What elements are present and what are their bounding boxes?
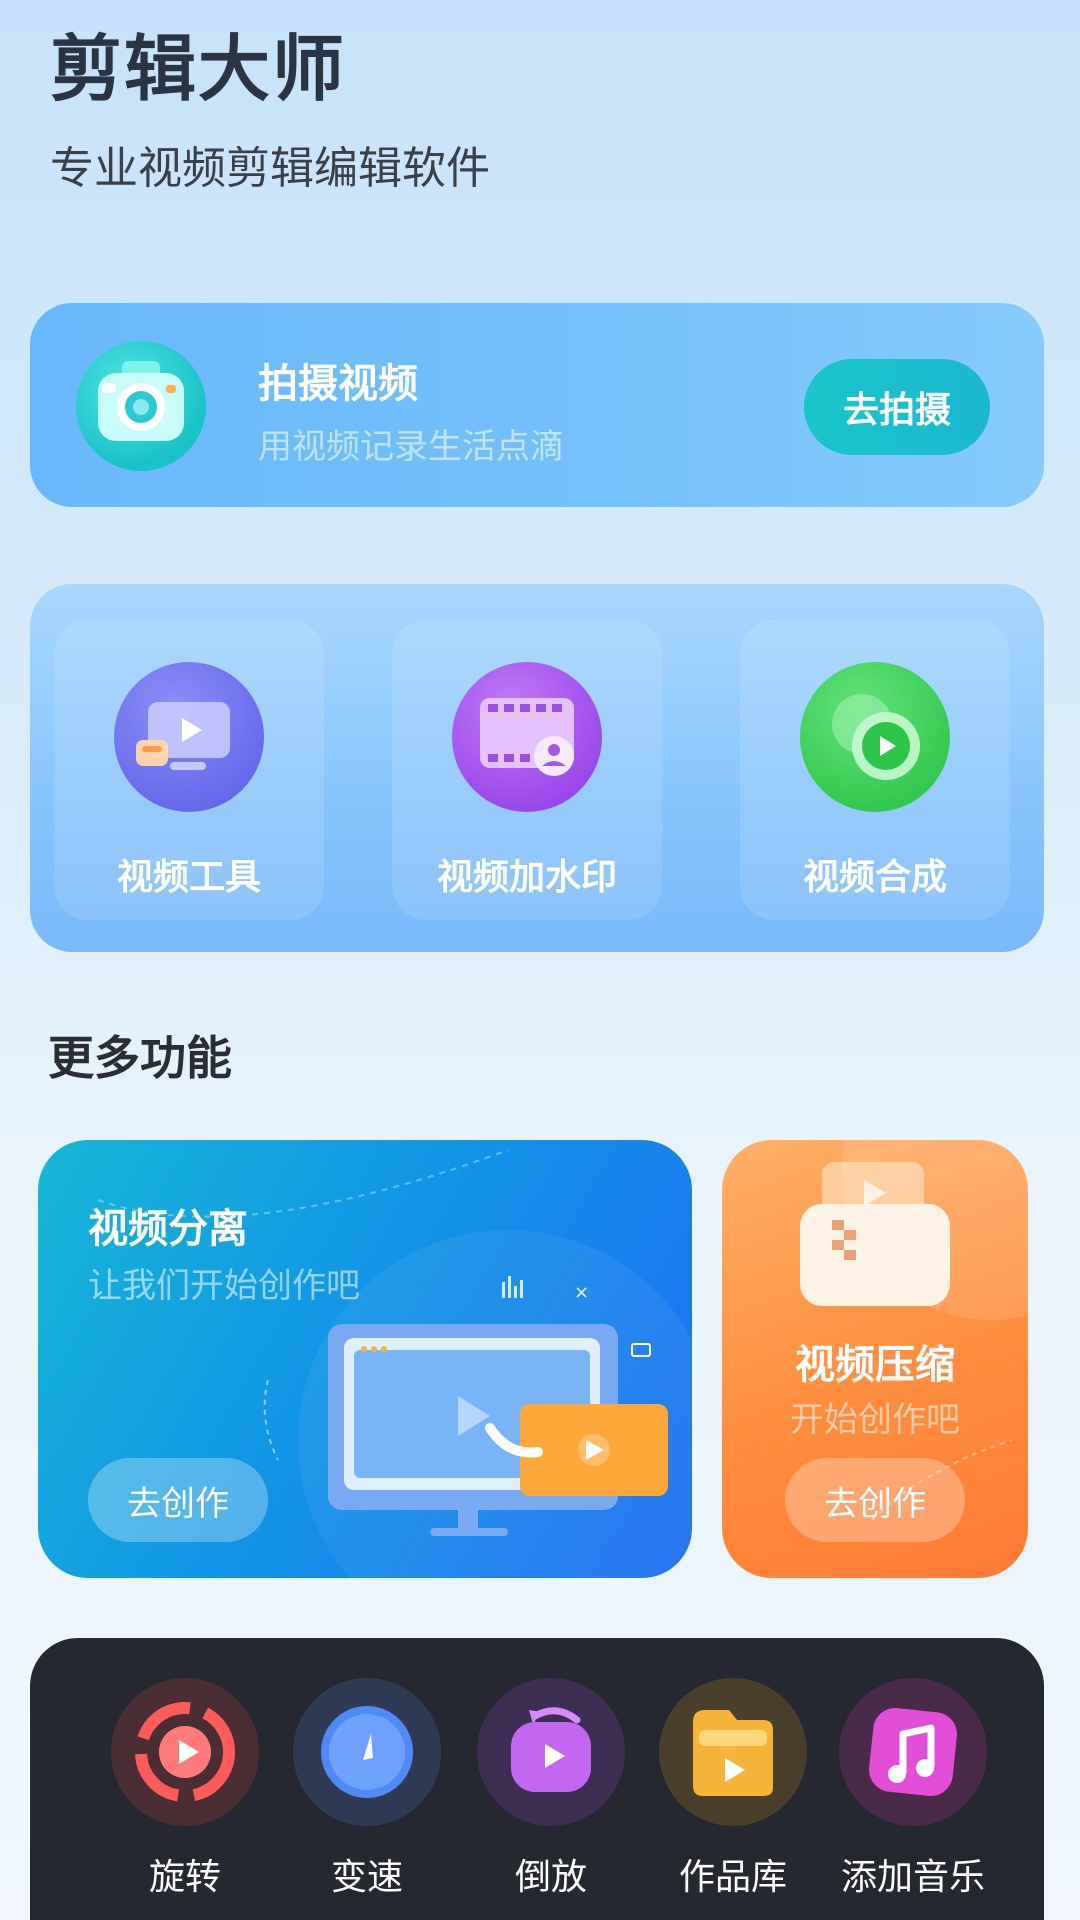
svg-text:×: × bbox=[574, 1282, 589, 1303]
compress-subtitle: 开始创作吧 bbox=[790, 1400, 960, 1440]
app-title: 剪辑大师 bbox=[50, 27, 347, 111]
dock-label: 作品库 bbox=[678, 1857, 787, 1898]
app-subtitle: 专业视频剪辑编辑软件 bbox=[50, 143, 490, 194]
tool-label: 视频加水印 bbox=[436, 857, 617, 898]
dock-item-speed[interactable]: 变速 bbox=[282, 1678, 452, 1898]
dock-item-works-library[interactable]: 作品库 bbox=[648, 1678, 818, 1898]
bottom-tool-dock: 旋转 变速 倒放 作品库 添加音乐 bbox=[30, 1638, 1044, 1920]
rotate-icon bbox=[111, 1678, 259, 1826]
record-subtitle: 用视频记录生活点滴 bbox=[258, 427, 564, 467]
tool-label: 视频合成 bbox=[802, 857, 947, 898]
tool-label: 视频工具 bbox=[116, 857, 261, 898]
tool-watermark[interactable]: 视频加水印 bbox=[392, 620, 662, 920]
compress-title: 视频压缩 bbox=[795, 1342, 955, 1388]
reverse-icon bbox=[477, 1678, 625, 1826]
split-create-button[interactable]: 去创作 bbox=[88, 1458, 268, 1542]
dock-label: 旋转 bbox=[148, 1857, 221, 1898]
camera-icon bbox=[76, 341, 206, 471]
tools-card: 视频工具 视频加水印 视频合成 bbox=[30, 584, 1044, 952]
record-title: 拍摄视频 bbox=[258, 361, 418, 407]
compress-create-button[interactable]: 去创作 bbox=[785, 1458, 965, 1542]
record-video-card[interactable]: 拍摄视频 用视频记录生活点滴 去拍摄 bbox=[30, 303, 1044, 507]
more-features-heading: 更多功能 bbox=[48, 1031, 232, 1085]
speed-icon bbox=[293, 1678, 441, 1826]
dock-label: 倒放 bbox=[514, 1857, 587, 1898]
tool-merge[interactable]: 视频合成 bbox=[740, 620, 1010, 920]
play-merge-icon bbox=[800, 662, 950, 812]
video-compress-card[interactable]: 视频压缩 开始创作吧 去创作 bbox=[722, 1140, 1028, 1578]
dock-item-add-music[interactable]: 添加音乐 bbox=[828, 1678, 998, 1898]
dock-item-rotate[interactable]: 旋转 bbox=[100, 1678, 270, 1898]
film-user-icon bbox=[452, 662, 602, 812]
go-shoot-button[interactable]: 去拍摄 bbox=[804, 359, 990, 455]
video-split-card[interactable]: × 视频分离 让我们开始创作吧 去创作 bbox=[38, 1140, 692, 1578]
dock-label: 变速 bbox=[330, 1857, 403, 1898]
tool-video-tools[interactable]: 视频工具 bbox=[54, 620, 324, 920]
dock-item-reverse[interactable]: 倒放 bbox=[466, 1678, 636, 1898]
dock-label: 添加音乐 bbox=[840, 1857, 985, 1898]
split-title: 视频分离 bbox=[88, 1206, 248, 1252]
split-subtitle: 让我们开始创作吧 bbox=[88, 1266, 360, 1306]
folder-icon bbox=[659, 1678, 807, 1826]
music-icon bbox=[839, 1678, 987, 1826]
monitor-play-icon bbox=[114, 662, 264, 812]
